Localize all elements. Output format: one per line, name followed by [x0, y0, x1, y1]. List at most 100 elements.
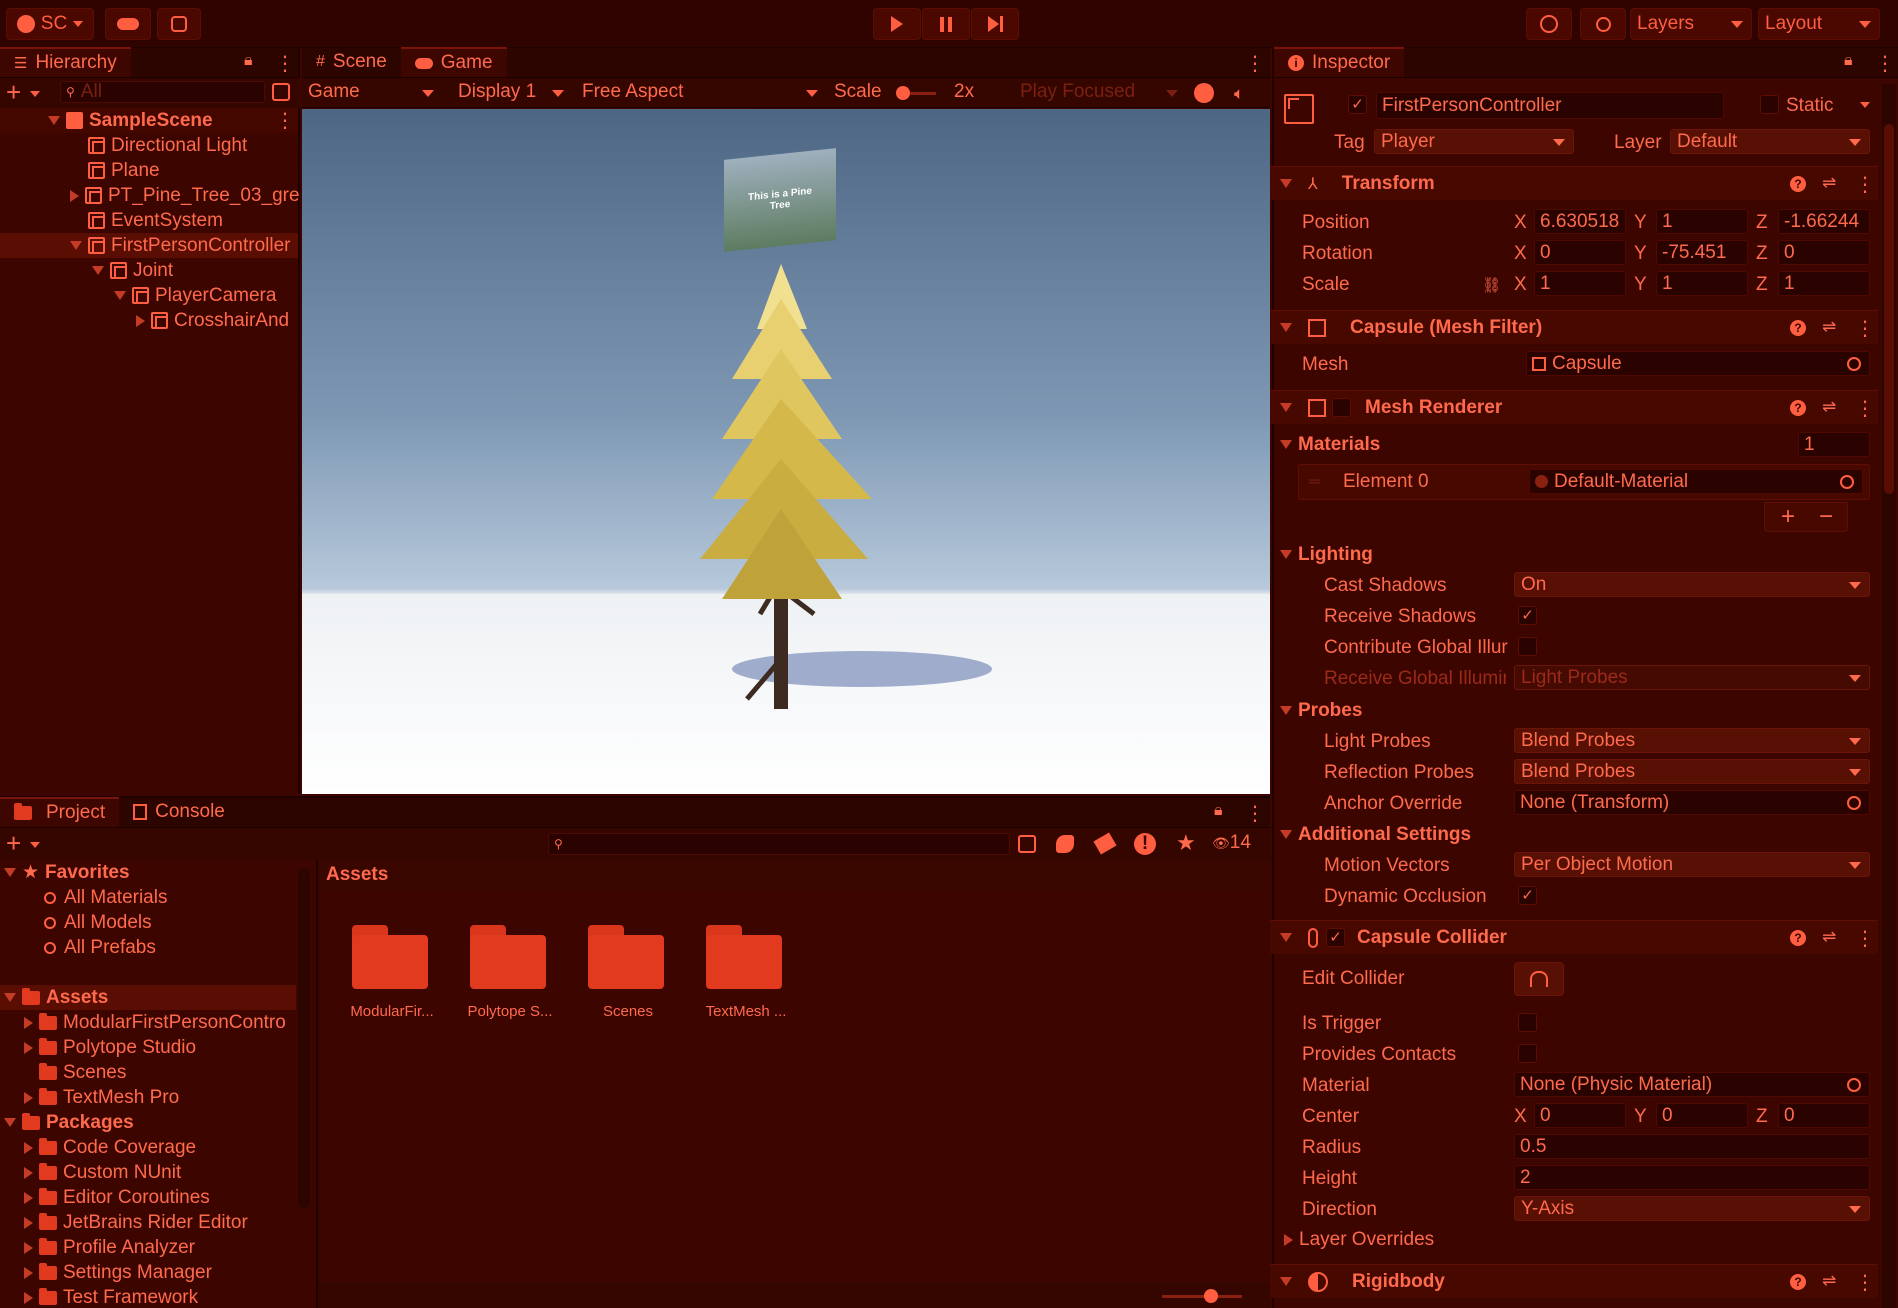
layers-dropdown[interactable]: Layers	[1630, 8, 1752, 40]
more-icon[interactable]	[1855, 172, 1875, 197]
scale-z[interactable]: 1	[1778, 271, 1870, 296]
tab-hierarchy[interactable]: ☰ Hierarchy	[0, 47, 131, 77]
more-icon[interactable]	[1245, 801, 1265, 826]
element0-object-field[interactable]: Default-Material	[1529, 469, 1863, 494]
tab-console[interactable]: Console	[119, 797, 239, 827]
favorites-item[interactable]: All Prefabs	[0, 935, 156, 960]
preset-icon[interactable]: ⇌	[1822, 397, 1836, 417]
collab-button[interactable]	[157, 8, 201, 40]
inspector-scrollbar[interactable]	[1882, 84, 1896, 1308]
object-name-field[interactable]: FirstPersonController	[1376, 92, 1724, 119]
scale-x[interactable]: 1	[1534, 271, 1626, 296]
chevron-down-icon[interactable]	[30, 91, 40, 97]
help-icon[interactable]: ?	[1790, 1274, 1806, 1290]
dynamic-occlusion-checkbox[interactable]: ✓	[1518, 886, 1537, 905]
asset-folder[interactable]: Scenes	[0, 1060, 126, 1085]
cast-shadows-dropdown[interactable]: On	[1514, 572, 1870, 597]
more-icon[interactable]	[275, 51, 295, 76]
light-probes-dropdown[interactable]: Blend Probes	[1514, 728, 1870, 753]
static-checkbox[interactable]	[1760, 95, 1779, 114]
chevron-down-icon[interactable]	[1860, 102, 1870, 108]
lock-icon[interactable]: 🔒︎	[1214, 802, 1223, 820]
asset-folder[interactable]: ModularFirstPersonContro	[0, 1010, 286, 1035]
hierarchy-item[interactable]: CrosshairAnd	[0, 308, 289, 333]
rigidbody-header[interactable]: Rigidbody ? ⇌	[1270, 1264, 1878, 1298]
slider-thumb[interactable]	[896, 86, 910, 100]
display-dropdown[interactable]: Display 1	[458, 81, 570, 105]
preset-icon[interactable]: ⇌	[1822, 173, 1836, 193]
hierarchy-item[interactable]: Directional Light	[0, 133, 247, 158]
mesh-renderer-header[interactable]: Mesh Renderer ? ⇌	[1270, 390, 1878, 424]
rotation-z[interactable]: 0	[1778, 240, 1870, 265]
more-icon[interactable]	[1855, 316, 1875, 341]
package-folder[interactable]: Custom NUnit	[0, 1160, 181, 1185]
package-folder[interactable]: Code Coverage	[0, 1135, 196, 1160]
center-y[interactable]: 0	[1656, 1103, 1748, 1128]
radius-field[interactable]: 0.5	[1514, 1134, 1870, 1159]
play-button[interactable]	[873, 8, 921, 40]
package-folder[interactable]: Editor Coroutines	[0, 1185, 210, 1210]
label-icon[interactable]	[1093, 832, 1117, 855]
more-icon[interactable]	[275, 108, 295, 133]
materials-count-field[interactable]: 1	[1798, 432, 1870, 457]
position-x[interactable]: 6.630518	[1534, 209, 1626, 234]
edit-collider-button[interactable]	[1514, 962, 1564, 996]
preset-icon[interactable]: ⇌	[1822, 317, 1836, 337]
package-folder[interactable]: JetBrains Rider Editor	[0, 1210, 248, 1235]
star-icon[interactable]: ★	[1176, 830, 1196, 856]
scale-y[interactable]: 1	[1656, 271, 1748, 296]
asset-folder[interactable]: Polytope Studio	[0, 1035, 196, 1060]
more-icon[interactable]	[1855, 1270, 1875, 1295]
hierarchy-item[interactable]: Plane	[0, 158, 160, 183]
help-icon[interactable]: ?	[1790, 400, 1806, 416]
mesh-object-field[interactable]: Capsule	[1526, 351, 1870, 376]
account-button[interactable]: SC	[6, 8, 94, 40]
package-folder[interactable]: Test Framework	[0, 1285, 198, 1308]
physic-material-field[interactable]: None (Physic Material)	[1514, 1072, 1870, 1097]
play-focused-dropdown[interactable]: Play Focused	[1020, 81, 1182, 105]
layout-dropdown[interactable]: Layout	[1758, 8, 1880, 40]
tag-dropdown[interactable]: Player	[1374, 129, 1574, 154]
favorites-item[interactable]: All Materials	[0, 885, 167, 910]
tab-project[interactable]: Project	[0, 797, 120, 827]
probes-foldout[interactable]: Probes	[1270, 698, 1362, 723]
receive-shadows-checkbox[interactable]: ✓	[1518, 606, 1537, 625]
help-icon[interactable]: ?	[1790, 930, 1806, 946]
position-y[interactable]: 1	[1656, 209, 1748, 234]
zoom-slider-thumb[interactable]	[1204, 1289, 1218, 1303]
packages-row[interactable]: Packages	[0, 1110, 134, 1135]
is-trigger-checkbox[interactable]	[1518, 1013, 1537, 1032]
more-icon[interactable]	[1855, 926, 1875, 951]
package-folder[interactable]: Profile Analyzer	[0, 1235, 195, 1260]
warning-icon[interactable]: !	[1134, 833, 1156, 855]
center-x[interactable]: 0	[1534, 1103, 1626, 1128]
position-z[interactable]: -1.66244	[1778, 209, 1870, 234]
provides-contacts-checkbox[interactable]	[1518, 1044, 1537, 1063]
direction-dropdown[interactable]: Y-Axis	[1514, 1196, 1870, 1221]
active-checkbox[interactable]: ✓	[1348, 95, 1367, 114]
materials-foldout[interactable]: Materials	[1270, 432, 1380, 457]
project-search-input[interactable]: ⚲	[548, 833, 1010, 855]
history-button[interactable]	[1526, 8, 1572, 40]
mesh-filter-header[interactable]: Capsule (Mesh Filter) ? ⇌	[1270, 310, 1878, 344]
step-button[interactable]	[971, 8, 1019, 40]
enabled-checkbox[interactable]: ✓	[1326, 928, 1345, 947]
layer-dropdown[interactable]: Default	[1670, 129, 1870, 154]
filter-icon[interactable]	[272, 83, 290, 101]
package-folder[interactable]: Settings Manager	[0, 1260, 212, 1285]
hierarchy-item[interactable]: Joint	[0, 258, 173, 283]
capsule-collider-header[interactable]: ✓ Capsule Collider ? ⇌	[1270, 920, 1878, 954]
bug-icon[interactable]	[1194, 83, 1214, 103]
filter-icon[interactable]	[1018, 835, 1036, 853]
add-icon[interactable]: +	[6, 78, 21, 106]
scale-slider[interactable]: Scale 2x	[834, 81, 984, 105]
search-button[interactable]	[1580, 8, 1626, 40]
layer-overrides-foldout[interactable]: Layer Overrides	[1270, 1227, 1434, 1252]
lock-icon[interactable]: 🔒︎	[244, 52, 253, 70]
more-icon[interactable]	[1245, 51, 1265, 76]
add-icon[interactable]: +	[6, 828, 21, 858]
hierarchy-item[interactable]: EventSystem	[0, 208, 223, 233]
game-viewport[interactable]: This is a Pine Tree	[302, 109, 1270, 794]
hierarchy-item-selected[interactable]: FirstPersonController	[0, 233, 298, 258]
aspect-dropdown[interactable]: Free Aspect	[582, 81, 824, 105]
